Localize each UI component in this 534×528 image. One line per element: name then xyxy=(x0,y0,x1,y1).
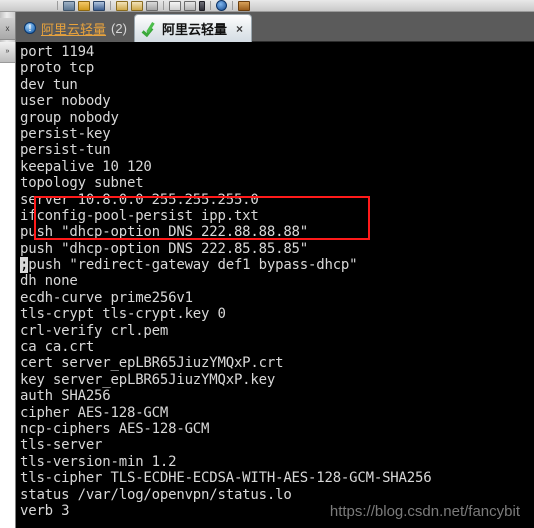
terminal-line: server 10.8.0.0 255.255.255.0 xyxy=(20,191,259,208)
terminal-line: ;push "redirect-gateway def1 bypass-dhcp… xyxy=(20,257,358,274)
toolbar-separator xyxy=(232,1,233,10)
save-disk-icon[interactable] xyxy=(238,0,250,11)
columns-icon[interactable] xyxy=(93,0,105,11)
terminal-line: topology subnet xyxy=(20,175,144,192)
toolbar-separator xyxy=(110,1,111,10)
scissors-icon[interactable] xyxy=(184,0,196,11)
tab-bar: ! 阿里云轻量 (2) 阿里云轻量 × xyxy=(16,12,534,42)
terminal-line: port 1194 xyxy=(20,44,95,60)
toolbar xyxy=(0,0,534,12)
folder-close-icon[interactable] xyxy=(131,0,143,11)
toolbar-separator xyxy=(210,1,211,10)
terminal-line: tls-crypt tls-crypt.key 0 xyxy=(20,306,226,323)
terminal-line: dh none xyxy=(20,273,78,290)
key-icon[interactable] xyxy=(199,0,205,11)
terminal-line: push "dhcp-option DNS 222.85.85.85" xyxy=(20,240,309,257)
terminal-line: keepalive 10 120 xyxy=(20,158,152,175)
sidebar-collapsed: x » xyxy=(0,12,16,528)
info-circle-icon: ! xyxy=(24,22,36,34)
tab-aliyun-2[interactable]: 阿里云轻量 × xyxy=(134,14,253,42)
green-check-icon xyxy=(143,22,157,35)
shield-icon[interactable] xyxy=(216,0,227,11)
terminal-line: dev tun xyxy=(20,76,78,93)
folder-open-icon[interactable] xyxy=(116,0,128,11)
copy-icon[interactable] xyxy=(78,0,90,11)
terminal-line: ecdh-curve prime256v1 xyxy=(20,289,193,306)
watermark: https://blog.csdn.net/fancybit xyxy=(329,503,520,520)
terminal-line: status /var/log/openvpn/status.lo xyxy=(20,486,292,503)
application-window: x » ! 阿里云轻量 (2) 阿里云轻量 × port 1194 proto t… xyxy=(0,0,534,528)
terminal-line: push "dhcp-option DNS 222.88.88.88" xyxy=(20,224,309,241)
sidebar-close-button[interactable]: x xyxy=(0,18,15,40)
tab-title: 阿里云轻量 xyxy=(162,22,228,37)
toolbar-separator xyxy=(57,1,58,10)
terminal-line: tls-cipher TLS-ECDHE-ECDSA-WITH-AES-128-… xyxy=(20,470,432,487)
terminal-panel[interactable]: port 1194 proto tcp dev tun user nobody grou… xyxy=(16,42,534,528)
terminal-line: cert server_epLBR65JiuzYMQxP.crt xyxy=(20,355,284,372)
list-icon[interactable] xyxy=(169,0,181,11)
tab-aliyun-1[interactable]: ! 阿里云轻量 (2) xyxy=(16,14,135,42)
tab-title: 阿里云轻量 xyxy=(41,21,107,37)
terminal-line: persist-key xyxy=(20,125,111,142)
terminal-line: persist-tun xyxy=(20,142,111,159)
paste-icon[interactable] xyxy=(63,0,75,11)
terminal-line: key server_epLBR65JiuzYMQxP.key xyxy=(20,371,276,388)
terminal-line: auth SHA256 xyxy=(20,388,111,405)
terminal-line: cipher AES-128-GCM xyxy=(20,404,169,421)
terminal-text: port 1194 proto tcp dev tun user nobody grou… xyxy=(20,44,534,528)
sidebar-expand-button[interactable]: » xyxy=(0,42,15,62)
terminal-line: ncp-ciphers AES-128-GCM xyxy=(20,420,210,437)
sidebar-body xyxy=(0,62,15,528)
terminal-line: tls-version-min 1.2 xyxy=(20,453,177,470)
terminal-line: ifconfig-pool-persist ipp.txt xyxy=(20,207,259,224)
terminal-line: user nobody xyxy=(20,93,111,110)
close-icon[interactable]: × xyxy=(236,23,243,35)
toolbar-separator xyxy=(163,1,164,10)
terminal-line: crl-verify crl.pem xyxy=(20,322,169,339)
terminal-line: proto tcp xyxy=(20,60,95,77)
terminal-line: tls-server xyxy=(20,437,103,454)
text-cursor: ; xyxy=(20,257,29,274)
disk-icon[interactable] xyxy=(146,0,158,11)
terminal-line: group nobody xyxy=(20,109,119,126)
tab-count: (2) xyxy=(111,20,127,36)
terminal-line: ca ca.crt xyxy=(20,339,95,356)
